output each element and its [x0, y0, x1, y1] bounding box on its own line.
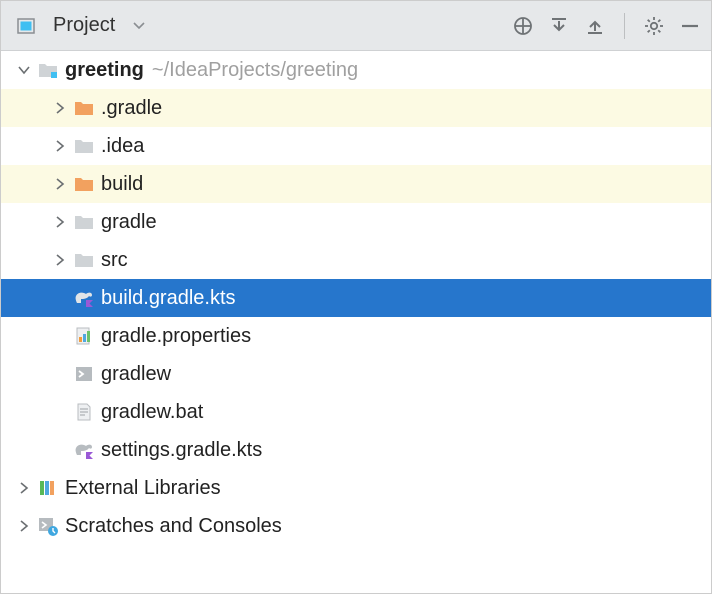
- tree-item-external-libraries[interactable]: External Libraries: [1, 469, 711, 507]
- text-file-icon: [71, 402, 97, 422]
- gradle-kotlin-file-icon: [71, 441, 97, 459]
- tree-item-scratches[interactable]: Scratches and Consoles: [1, 507, 711, 545]
- header-actions: [512, 13, 701, 39]
- tree-item-src[interactable]: src: [1, 241, 711, 279]
- project-view-selector[interactable]: Project: [13, 14, 145, 37]
- tree-item-label: gradlew: [101, 363, 171, 386]
- separator: [624, 13, 625, 39]
- tree-item-label: build.gradle.kts: [101, 287, 236, 310]
- scratches-icon: [35, 516, 61, 536]
- tree-item-gradlew-bat[interactable]: gradlew.bat: [1, 393, 711, 431]
- project-tree[interactable]: greeting ~/IdeaProjects/greeting .gradle…: [1, 51, 711, 545]
- module-folder-icon: [35, 61, 61, 79]
- folder-icon: [71, 214, 97, 230]
- folder-icon: [71, 138, 97, 154]
- tree-item-label: settings.gradle.kts: [101, 439, 262, 462]
- tree-item-build-gradle-kts[interactable]: build.gradle.kts: [1, 279, 711, 317]
- tool-window-header: Project: [1, 1, 711, 51]
- tree-item-greeting[interactable]: greeting ~/IdeaProjects/greeting: [1, 51, 711, 89]
- tree-item-gradle[interactable]: gradle: [1, 203, 711, 241]
- chevron-down-icon[interactable]: [13, 64, 35, 76]
- tree-item-gradle-properties[interactable]: gradle.properties: [1, 317, 711, 355]
- chevron-right-icon[interactable]: [49, 178, 71, 190]
- tree-item-label: gradle.properties: [101, 325, 251, 348]
- tree-item-settings-gradle-kts[interactable]: settings.gradle.kts: [1, 431, 711, 469]
- tree-item-label: Scratches and Consoles: [65, 515, 282, 538]
- tree-item-label: build: [101, 173, 143, 196]
- chevron-down-icon: [133, 22, 145, 30]
- tree-item-label: src: [101, 249, 128, 272]
- tree-item-build[interactable]: build: [1, 165, 711, 203]
- project-view-title: Project: [53, 14, 115, 37]
- shell-script-icon: [71, 365, 97, 383]
- chevron-right-icon[interactable]: [49, 254, 71, 266]
- gradle-kotlin-file-icon: [71, 289, 97, 307]
- select-opened-file-icon[interactable]: [512, 15, 534, 37]
- project-view-icon: [13, 16, 39, 36]
- folder-icon: [71, 100, 97, 116]
- tree-item-path: ~/IdeaProjects/greeting: [152, 59, 358, 82]
- chevron-right-icon[interactable]: [13, 520, 35, 532]
- tree-item-label: .idea: [101, 135, 144, 158]
- hide-icon[interactable]: [679, 15, 701, 37]
- chevron-right-icon[interactable]: [13, 482, 35, 494]
- chevron-right-icon[interactable]: [49, 216, 71, 228]
- chevron-right-icon[interactable]: [49, 102, 71, 114]
- folder-icon: [71, 252, 97, 268]
- expand-all-icon[interactable]: [548, 15, 570, 37]
- tree-item-gradle-dot[interactable]: .gradle: [1, 89, 711, 127]
- tree-item-label: gradlew.bat: [101, 401, 203, 424]
- tree-item-label: .gradle: [101, 97, 162, 120]
- gear-icon[interactable]: [643, 15, 665, 37]
- tree-item-label: greeting: [65, 59, 144, 82]
- tree-item-gradlew[interactable]: gradlew: [1, 355, 711, 393]
- chevron-right-icon[interactable]: [49, 140, 71, 152]
- tree-item-label: gradle: [101, 211, 157, 234]
- folder-icon: [71, 176, 97, 192]
- collapse-all-icon[interactable]: [584, 15, 606, 37]
- properties-file-icon: [71, 326, 97, 346]
- libraries-icon: [35, 478, 61, 498]
- tree-item-label: External Libraries: [65, 477, 221, 500]
- tree-item-idea[interactable]: .idea: [1, 127, 711, 165]
